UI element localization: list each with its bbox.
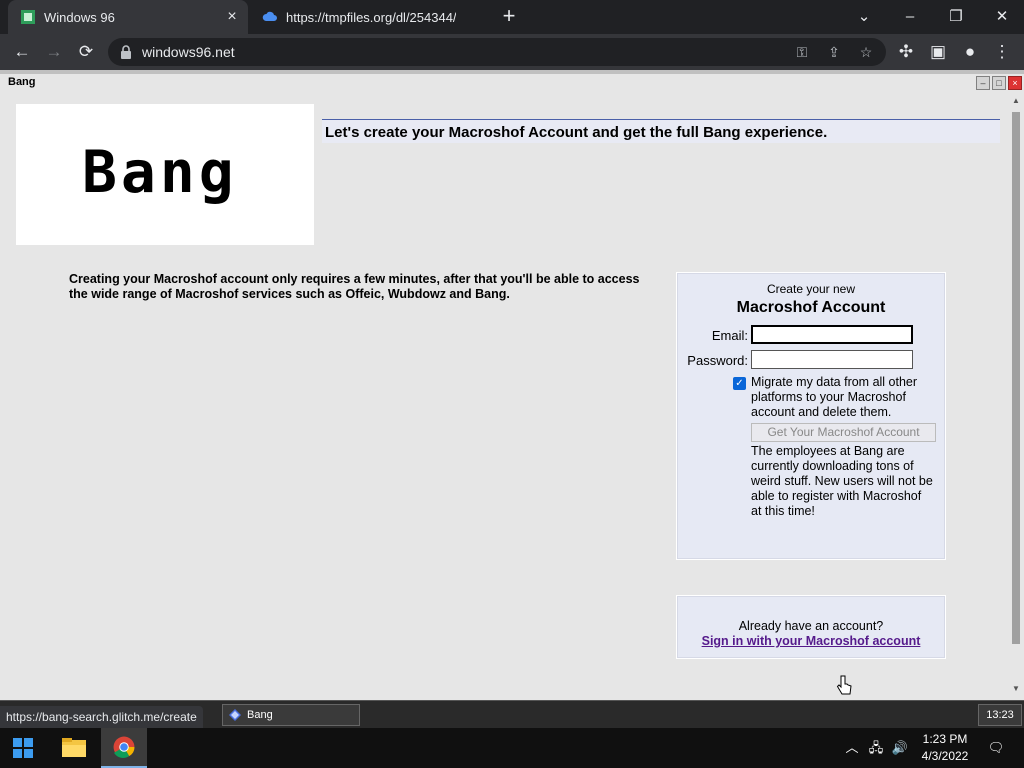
profile-icon[interactable]: ● xyxy=(958,40,982,64)
signin-link[interactable]: Sign in with your Macroshof account xyxy=(677,634,945,648)
window-content: Bang Let's create your Macroshof Account… xyxy=(4,94,1010,698)
window-maximize-button[interactable]: □ xyxy=(992,76,1006,90)
tab-search-icon[interactable]: ⌄ xyxy=(850,4,878,30)
hand-cursor-icon xyxy=(836,675,852,695)
registration-notice: The employees at Bang are currently down… xyxy=(751,444,933,518)
network-icon[interactable]: 🖧 xyxy=(866,738,886,758)
signin-question: Already have an account? xyxy=(738,619,884,633)
signin-card: Already have an account? Sign in with yo… xyxy=(676,595,946,659)
browser-tab-strip: Windows 96 × https://tmpfiles.org/dl/254… xyxy=(0,0,1024,34)
migrate-checkbox[interactable]: ✓ xyxy=(733,377,746,390)
tab-tmpfiles[interactable]: https://tmpfiles.org/dl/254344/p xyxy=(250,0,490,34)
clock-date: 4/3/2022 xyxy=(921,749,969,763)
migrate-label: Migrate my data from all other platforms… xyxy=(751,375,918,419)
w96-task-label: Bang xyxy=(247,709,273,721)
password-field[interactable] xyxy=(751,350,913,369)
notifications-icon[interactable]: 🗨 xyxy=(986,738,1006,758)
get-account-button[interactable]: Get Your Macroshof Account xyxy=(751,423,936,442)
side-panel-icon[interactable]: ▣ xyxy=(926,40,950,64)
new-tab-button[interactable]: + xyxy=(498,5,520,28)
system-clock[interactable]: 1:23 PM 4/3/2022 xyxy=(912,731,978,765)
signup-heading: Macroshof Account xyxy=(736,299,886,316)
window-close-button[interactable]: × xyxy=(1008,76,1022,90)
signup-caption: Create your new xyxy=(766,282,856,296)
w96-clock: 13:23 xyxy=(978,704,1022,726)
clock-time: 1:23 PM xyxy=(922,732,968,746)
scroll-up-icon[interactable]: ▲ xyxy=(1011,96,1021,106)
show-hidden-icons-icon[interactable]: ︿ xyxy=(842,738,862,758)
lock-icon[interactable] xyxy=(118,44,134,60)
email-field[interactable] xyxy=(751,325,913,344)
cloud-favicon-icon xyxy=(262,11,277,21)
windows96-favicon-icon xyxy=(21,10,35,24)
windows-start-icon[interactable] xyxy=(0,728,46,768)
vertical-scrollbar[interactable]: ▲ ▼ xyxy=(1010,94,1022,698)
restore-browser-button[interactable]: ❐ xyxy=(942,4,970,30)
address-bar[interactable]: windows96.net ⚿ ⇪ ☆ xyxy=(108,38,886,66)
intro-text: Creating your Macroshof account only req… xyxy=(69,272,640,301)
browser-toolbar: ← → ⟳ windows96.net ⚿ ⇪ ☆ ✣ ▣ ● ⋮ xyxy=(0,34,1024,70)
tab-windows96[interactable]: Windows 96 × xyxy=(8,0,248,34)
banner-text: Let's create your Macroshof Account and … xyxy=(325,124,828,141)
window-minimize-button[interactable]: – xyxy=(976,76,990,90)
w96-task-bang[interactable]: Bang xyxy=(222,704,360,726)
forward-button[interactable]: → xyxy=(42,40,66,64)
star-icon[interactable]: ☆ xyxy=(856,42,876,62)
status-bubble: https://bang-search.glitch.me/create xyxy=(0,706,203,728)
password-label: Password: xyxy=(687,353,748,368)
bang-diamond-icon xyxy=(229,709,241,721)
os-taskbar: ︿ 🖧 🔊 1:23 PM 4/3/2022 🗨 xyxy=(0,728,1024,768)
reload-button[interactable]: ⟳ xyxy=(74,40,98,64)
signup-card: Create your new Macroshof Account Email:… xyxy=(676,272,946,560)
chrome-icon[interactable] xyxy=(101,728,147,768)
volume-icon[interactable]: 🔊 xyxy=(890,738,910,758)
file-explorer-icon[interactable] xyxy=(51,728,97,768)
logo-box: Bang xyxy=(16,104,314,245)
web-page: Bang – □ × Bang Let's create your Macros… xyxy=(0,70,1024,728)
tab-title: https://tmpfiles.org/dl/254344/p xyxy=(286,9,456,25)
page-banner: Let's create your Macroshof Account and … xyxy=(322,119,1000,143)
tab-title: Windows 96 xyxy=(44,9,115,25)
scroll-down-icon[interactable]: ▼ xyxy=(1011,684,1021,694)
back-button[interactable]: ← xyxy=(10,40,34,64)
bang-window: Bang – □ × Bang Let's create your Macros… xyxy=(0,74,1024,700)
close-tab-icon[interactable]: × xyxy=(224,9,240,25)
extensions-icon[interactable]: ✣ xyxy=(894,40,918,64)
scroll-thumb[interactable] xyxy=(1012,112,1020,644)
share-icon[interactable]: ⇪ xyxy=(824,42,844,62)
window-titlebar[interactable]: Bang – □ × xyxy=(0,74,1024,92)
window-title: Bang xyxy=(8,76,36,88)
menu-icon[interactable]: ⋮ xyxy=(990,40,1014,64)
bang-logo: Bang xyxy=(82,138,238,206)
close-browser-button[interactable]: ✕ xyxy=(988,4,1016,30)
url-text: windows96.net xyxy=(142,44,235,60)
key-icon[interactable]: ⚿ xyxy=(792,42,812,62)
minimize-browser-button[interactable]: – xyxy=(896,4,924,30)
email-label: Email: xyxy=(711,328,748,343)
